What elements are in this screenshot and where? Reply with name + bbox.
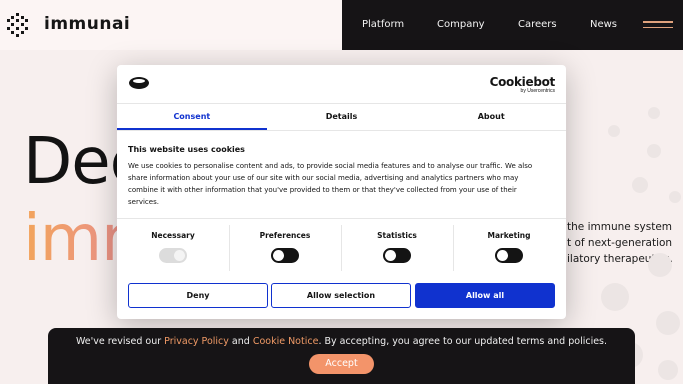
deny-button[interactable]: Deny [128,283,268,308]
dialog-title: This website uses cookies [128,145,245,154]
statistics-toggle[interactable] [383,248,411,263]
site-logo-icon [129,77,149,89]
banner-text-and: and [228,336,253,347]
banner-text-before: We've revised our [75,336,165,347]
immunai-logo-icon[interactable] [7,13,29,37]
tab-consent[interactable]: Consent [117,104,267,130]
nav-platform[interactable]: Platform [362,19,404,30]
accept-button[interactable]: Accept [309,354,374,374]
brand-bar: immunai [0,0,342,50]
nav-careers[interactable]: Careers [518,19,557,30]
consent-tabs: Consent Details About [117,103,566,131]
nav-news[interactable]: News [590,19,617,30]
preferences-toggle[interactable] [271,248,299,263]
category-label: Preferences [259,231,311,240]
privacy-policy-link[interactable]: Privacy Policy [164,336,229,347]
dialog-body-text: We use cookies to personalise content an… [128,162,533,206]
banner-text: We've revised our Privacy Policy and Coo… [48,336,635,347]
category-label: Necessary [151,231,195,240]
tab-about[interactable]: About [416,104,566,130]
category-statistics: Statistics [341,231,453,268]
cookiebot-name: Cookiebot [489,75,556,89]
category-preferences: Preferences [229,231,341,268]
marketing-toggle[interactable] [495,248,523,263]
nav-company[interactable]: Company [437,19,485,30]
policy-update-banner: We've revised our Privacy Policy and Coo… [48,328,635,384]
divider [117,218,566,219]
allow-all-button[interactable]: Allow all [415,283,555,308]
necessary-toggle [159,248,187,263]
category-label: Marketing [487,231,531,240]
allow-selection-button[interactable]: Allow selection [271,283,411,308]
category-necessary: Necessary [117,231,229,268]
logo-text[interactable]: immunai [44,14,130,34]
hamburger-menu-icon[interactable] [643,21,673,29]
category-marketing: Marketing [453,231,565,268]
tab-details[interactable]: Details [267,104,417,130]
cookie-consent-dialog: Cookiebot by Usercentrics Consent Detail… [117,65,566,319]
cookie-notice-link[interactable]: Cookie Notice [253,336,319,347]
category-label: Statistics [377,231,417,240]
cookiebot-logo[interactable]: Cookiebot by Usercentrics [489,75,556,94]
top-nav: Platform Company Careers News [342,0,683,50]
banner-text-after: . By accepting, you agree to our updated… [318,336,608,347]
